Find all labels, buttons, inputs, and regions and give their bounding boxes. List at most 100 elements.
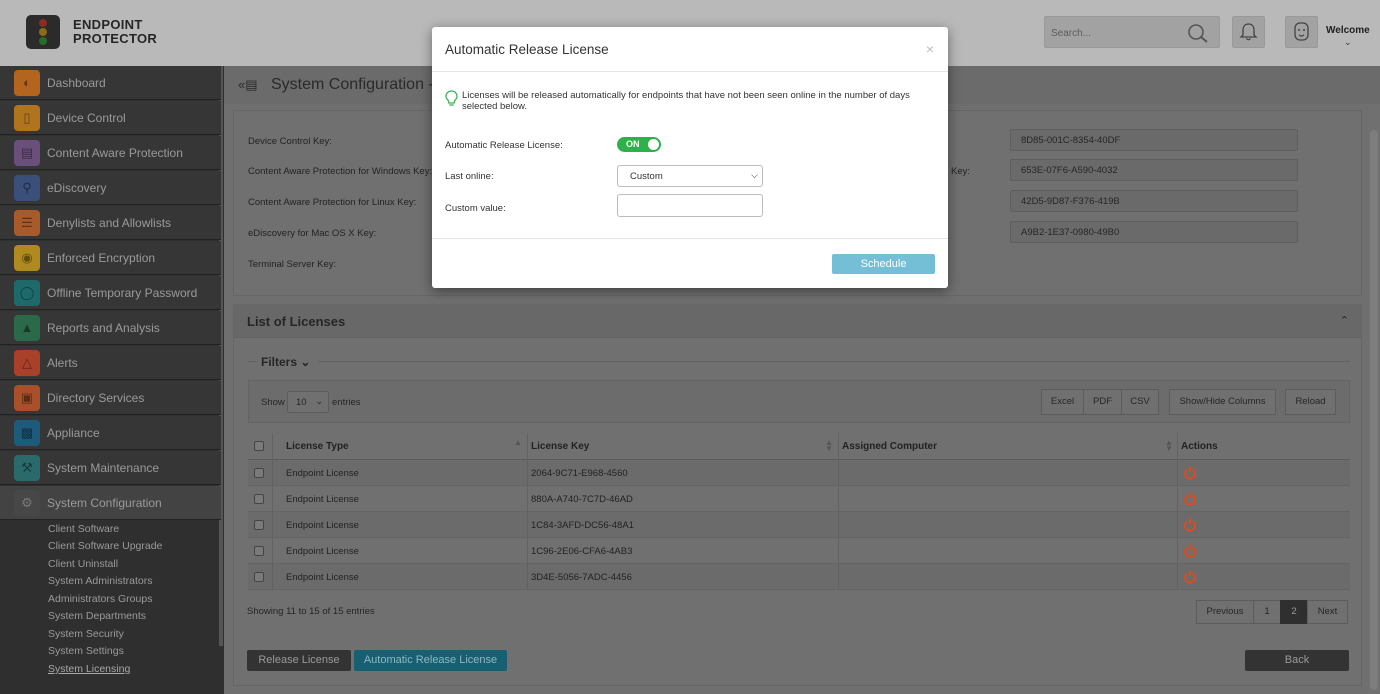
row-checkbox[interactable] (254, 546, 264, 556)
row-checkbox[interactable] (254, 520, 264, 530)
sidebar-item-offline-temporary-password[interactable]: ◯ Offline Temporary Password (0, 276, 221, 310)
document-scan-icon: ▤ (14, 140, 40, 166)
subnav-system-administrators[interactable]: System Administrators (48, 575, 152, 587)
sidebar-item-reports-analysis[interactable]: ▲ Reports and Analysis (0, 311, 221, 345)
pagination-previous[interactable]: Previous (1196, 600, 1254, 624)
column-divider (838, 433, 839, 590)
chevron-down-icon: ⌄ (315, 396, 323, 406)
export-csv-button[interactable]: CSV (1121, 389, 1159, 415)
page-size-select[interactable]: 10 ⌄ (287, 391, 329, 413)
sidebar-item-content-aware-protection[interactable]: ▤ Content Aware Protection (0, 136, 221, 170)
sidebar-item-device-control[interactable]: ▯ Device Control (0, 101, 221, 135)
subnav-client-software[interactable]: Client Software (48, 523, 119, 535)
divider (248, 361, 258, 362)
column-divider (272, 433, 273, 590)
subnav-administrators-groups[interactable]: Administrators Groups (48, 593, 152, 605)
sidebar-item-label: Device Control (47, 111, 126, 125)
release-icon[interactable] (1183, 544, 1197, 558)
sidebar-item-label: eDiscovery (47, 181, 107, 195)
sort-icon[interactable]: ▲ ▼ (1165, 439, 1173, 453)
lock-icon: ◉ (14, 245, 40, 271)
custom-value-input[interactable] (617, 194, 763, 217)
cell-license-key: 2064-9C71-E968-4560 (531, 468, 628, 479)
cell-license-key: 3D4E-5056-7ADC-4456 (531, 572, 632, 583)
row-checkbox[interactable] (254, 572, 264, 582)
divider (318, 361, 1350, 362)
sidebar-item-label: Offline Temporary Password (47, 286, 198, 300)
table-toolbar: Show 10 ⌄ entries Excel PDF CSV Show/Hide… (248, 380, 1350, 423)
cell-license-key: 1C96-2E06-CFA6-4AB3 (531, 546, 633, 557)
bell-icon (1239, 23, 1258, 41)
search-input[interactable] (1051, 24, 1181, 42)
usb-icon: ▯ (14, 105, 40, 131)
release-license-button[interactable]: Release License (247, 650, 351, 671)
subnav-client-uninstall[interactable]: Client Uninstall (48, 558, 118, 570)
toggle-state-label: ON (626, 139, 640, 149)
sort-asc-icon[interactable]: ▲ (514, 439, 522, 447)
chevron-down-icon[interactable]: ⌄ (1344, 37, 1352, 48)
welcome-menu[interactable]: Welcome (1326, 25, 1370, 36)
column-header-assigned-computer[interactable]: Assigned Computer (842, 441, 937, 452)
row-checkbox[interactable] (254, 468, 264, 478)
last-online-select[interactable]: Custom ⌵ (617, 165, 763, 187)
close-icon[interactable]: × (926, 41, 934, 57)
pagination-page-1[interactable]: 1 (1253, 600, 1281, 624)
sidebar-item-ediscovery[interactable]: ⚲ eDiscovery (0, 171, 221, 205)
search-box[interactable] (1044, 16, 1220, 48)
column-header-license-type[interactable]: License Type (286, 441, 349, 452)
licenses-panel-header[interactable]: List of Licenses ⌃ (234, 305, 1361, 338)
tools-icon: ⚒ (14, 455, 40, 481)
key-label-right: Key: (951, 166, 971, 177)
search-icon[interactable] (1187, 23, 1209, 43)
export-excel-button[interactable]: Excel (1041, 389, 1084, 415)
chevron-up-icon[interactable]: ⌃ (1340, 314, 1349, 327)
notifications-button[interactable] (1232, 16, 1265, 48)
chart-icon: ▲ (14, 315, 40, 341)
release-icon[interactable] (1183, 466, 1197, 480)
column-header-license-key[interactable]: License Key (531, 441, 589, 452)
sidebar-item-denylists-allowlists[interactable]: ☰ Denylists and Allowlists (0, 206, 221, 240)
sidebar-item-appliance[interactable]: ▩ Appliance (0, 416, 221, 450)
divider (432, 238, 948, 239)
schedule-button[interactable]: Schedule (832, 254, 935, 274)
subnav-system-settings[interactable]: System Settings (48, 645, 124, 657)
lightbulb-icon (445, 90, 458, 106)
filters-toggle[interactable]: Filters ⌄ (261, 355, 310, 369)
auto-release-toggle[interactable]: ON (617, 137, 661, 152)
pagination-page-2[interactable]: 2 (1280, 600, 1308, 624)
user-avatar[interactable] (1285, 16, 1318, 48)
key-label: Content Aware Protection for Windows Key… (248, 166, 433, 177)
sidebar-item-dashboard[interactable]: ◐ Dashboard (0, 66, 221, 100)
brand-logo-icon (26, 15, 60, 49)
sort-icon[interactable]: ▲ ▼ (825, 439, 833, 453)
release-icon[interactable] (1183, 518, 1197, 532)
export-pdf-button[interactable]: PDF (1083, 389, 1122, 415)
subnav-system-departments[interactable]: System Departments (48, 610, 146, 622)
row-checkbox[interactable] (254, 494, 264, 504)
sidebar-item-system-configuration[interactable]: ⚙ System Configuration (0, 486, 221, 520)
subnav-system-licensing[interactable]: System Licensing (48, 663, 130, 675)
release-icon[interactable] (1183, 570, 1197, 584)
table-info: Showing 11 to 15 of 15 entries (247, 606, 375, 617)
sidebar-item-directory-services[interactable]: ▣ Directory Services (0, 381, 221, 415)
cell-license-type: Endpoint License (286, 520, 359, 531)
reload-button[interactable]: Reload (1285, 389, 1336, 415)
sidebar-item-enforced-encryption[interactable]: ◉ Enforced Encryption (0, 241, 221, 275)
back-button[interactable]: Back (1245, 650, 1349, 671)
sidebar-item-label: Content Aware Protection (47, 146, 183, 160)
menu-toggle-icon[interactable]: «▤ (238, 77, 258, 93)
sidebar-item-label: Enforced Encryption (47, 251, 156, 265)
sidebar-item-system-maintenance[interactable]: ⚒ System Maintenance (0, 451, 221, 485)
automatic-release-license-button[interactable]: Automatic Release License (354, 650, 507, 671)
sidebar-item-alerts[interactable]: △ Alerts (0, 346, 221, 380)
release-icon[interactable] (1183, 492, 1197, 506)
licenses-panel: List of Licenses ⌃ Filters ⌄ Show 10 ⌄ en… (233, 304, 1362, 686)
pagination-next[interactable]: Next (1307, 600, 1348, 624)
last-online-label: Last online: (445, 171, 494, 182)
subnav-client-software-upgrade[interactable]: Client Software Upgrade (48, 540, 162, 552)
show-hide-columns-button[interactable]: Show/Hide Columns (1169, 389, 1276, 415)
select-all-checkbox[interactable] (254, 441, 264, 451)
page-scrollbar-thumb[interactable] (1370, 130, 1378, 690)
subnav-system-security[interactable]: System Security (48, 628, 124, 640)
key-field: 8D85-001C-8354-40DF (1010, 129, 1298, 151)
